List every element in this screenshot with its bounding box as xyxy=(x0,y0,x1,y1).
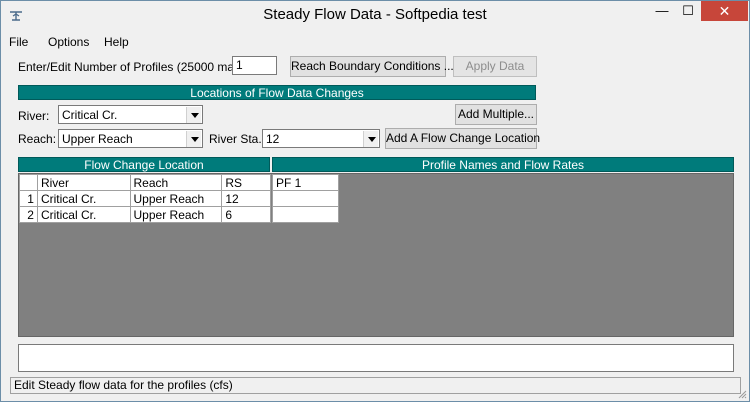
cell-river[interactable]: Critical Cr. xyxy=(36,190,131,207)
status-bar: Edit Steady flow data for the profiles (… xyxy=(10,377,741,394)
add-flow-change-location-button[interactable]: Add A Flow Change Location xyxy=(385,128,540,149)
menu-file[interactable]: File xyxy=(9,33,28,51)
reach-combo-value: Upper Reach xyxy=(62,132,133,146)
river-sta-label: River Sta.: xyxy=(209,132,266,146)
river-label: River: xyxy=(18,109,50,123)
steady-flow-window: Steady Flow Data - Softpedia test — ☐ ✕ … xyxy=(0,0,750,402)
close-button[interactable]: ✕ xyxy=(701,1,748,21)
menu-help[interactable]: Help xyxy=(104,33,129,51)
cell-reach[interactable]: Upper Reach xyxy=(129,190,223,207)
profile-names-header: Profile Names and Flow Rates xyxy=(272,157,734,172)
corner-cell[interactable] xyxy=(19,174,38,191)
column-header-river[interactable]: River xyxy=(36,174,131,191)
table-row[interactable] xyxy=(272,206,339,223)
cell-rs[interactable]: 12 xyxy=(221,190,271,207)
chevron-down-icon[interactable] xyxy=(186,107,201,123)
apply-data-button[interactable]: Apply Data xyxy=(453,56,537,77)
cell-flow-value[interactable] xyxy=(272,206,339,223)
menu-options[interactable]: Options xyxy=(48,33,89,51)
row-number[interactable]: 1 xyxy=(19,190,38,207)
message-textbox[interactable] xyxy=(18,344,734,372)
table-row[interactable] xyxy=(272,190,339,207)
cell-flow-value[interactable] xyxy=(272,190,339,207)
river-sta-combo-value: 12 xyxy=(266,132,280,146)
profiles-label: Enter/Edit Number of Profiles (25000 max… xyxy=(18,60,248,74)
profile-flow-table[interactable]: PF 1 xyxy=(272,174,339,223)
table-row[interactable]: 2 Critical Cr. Upper Reach 6 xyxy=(19,206,271,223)
river-sta-combo[interactable]: 12 xyxy=(262,129,380,148)
reach-combo[interactable]: Upper Reach xyxy=(58,129,203,148)
cell-rs[interactable]: 6 xyxy=(221,206,271,223)
chevron-down-icon[interactable] xyxy=(186,131,201,147)
table-row[interactable]: 1 Critical Cr. Upper Reach 12 xyxy=(19,190,271,207)
chevron-down-icon[interactable] xyxy=(363,131,378,147)
reach-label: Reach: xyxy=(18,132,57,146)
reach-boundary-conditions-button[interactable]: Reach Boundary Conditions ... xyxy=(290,56,454,77)
maximize-button[interactable]: ☐ xyxy=(675,1,701,21)
flow-change-location-header: Flow Change Location xyxy=(18,157,270,172)
table-header-row: River Reach RS xyxy=(19,174,271,191)
river-combo[interactable]: Critical Cr. xyxy=(58,105,203,124)
flow-data-grid[interactable]: River Reach RS 1 Critical Cr. Upper Reac… xyxy=(18,173,734,337)
column-header-rs[interactable]: RS xyxy=(221,174,271,191)
column-header-pf1[interactable]: PF 1 xyxy=(272,174,339,191)
row-number[interactable]: 2 xyxy=(19,206,38,223)
cell-reach[interactable]: Upper Reach xyxy=(129,206,223,223)
add-multiple-button[interactable]: Add Multiple... xyxy=(455,104,537,125)
resize-grip-icon[interactable] xyxy=(737,389,747,399)
column-header-reach[interactable]: Reach xyxy=(129,174,223,191)
river-combo-value: Critical Cr. xyxy=(62,108,118,122)
minimize-button[interactable]: — xyxy=(649,1,675,21)
title-bar[interactable]: Steady Flow Data - Softpedia test — ☐ ✕ xyxy=(1,1,749,31)
cell-river[interactable]: Critical Cr. xyxy=(36,206,131,223)
profiles-count-input[interactable]: 1 xyxy=(232,56,277,75)
window-title: Steady Flow Data - Softpedia test xyxy=(263,6,487,23)
table-header-row: PF 1 xyxy=(272,174,339,191)
flow-change-table[interactable]: River Reach RS 1 Critical Cr. Upper Reac… xyxy=(19,174,271,223)
locations-header: Locations of Flow Data Changes xyxy=(18,85,536,100)
